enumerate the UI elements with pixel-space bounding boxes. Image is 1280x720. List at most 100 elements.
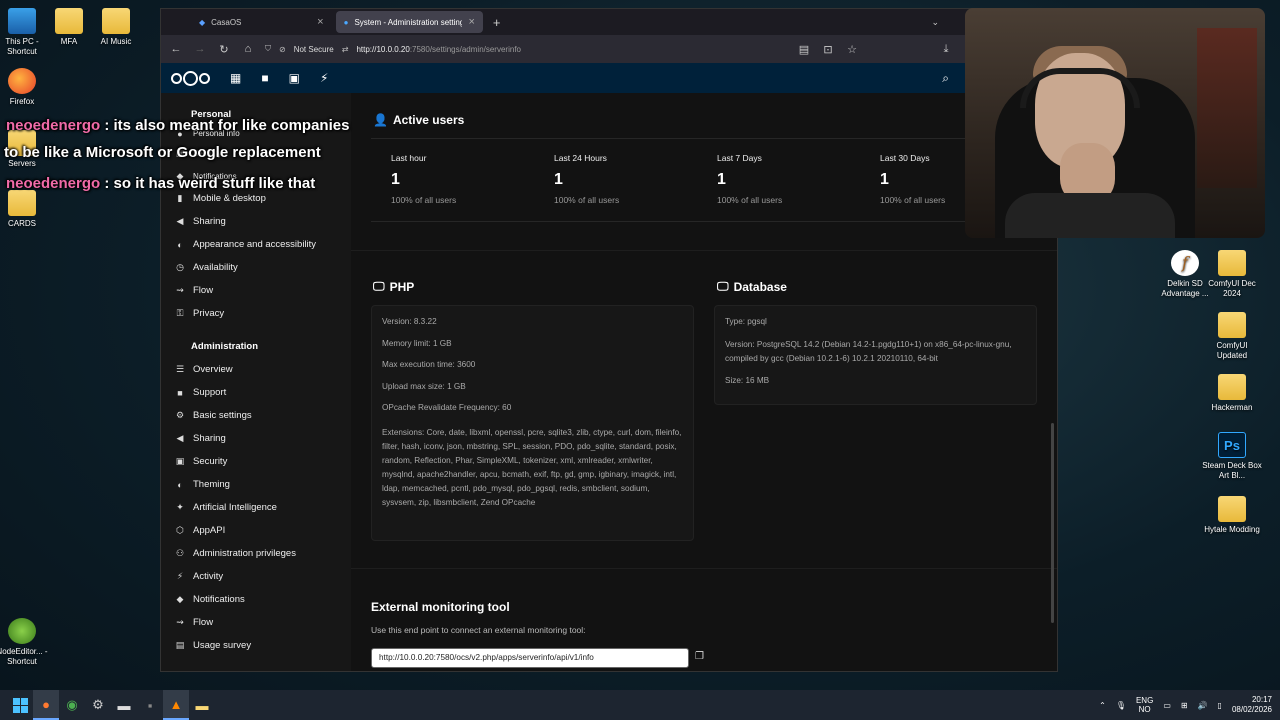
- sidebar-item-sharing-admin[interactable]: ◀ Sharing: [161, 427, 351, 450]
- dashboard-icon[interactable]: ▦: [230, 71, 241, 85]
- sidebar-item-ai[interactable]: ✦ Artificial Intelligence: [161, 496, 351, 519]
- security-indicator[interactable]: Not Secure: [294, 45, 334, 54]
- photoshop-icon: Ps: [1218, 432, 1246, 458]
- taskbar-app[interactable]: ▪: [137, 690, 163, 720]
- gear-icon: ⚙: [175, 410, 185, 420]
- battery-icon[interactable]: ▯: [1218, 701, 1222, 710]
- clock[interactable]: 20:17 08/02/2026: [1232, 695, 1272, 715]
- endpoint-url-field[interactable]: http://10.0.0.20:7580/ocs/v2.php/apps/se…: [371, 648, 689, 668]
- home-icon[interactable]: ⌂: [241, 43, 255, 55]
- tab-system-admin[interactable]: ● System - Administration setting ×: [335, 11, 483, 33]
- folder-icon: [1218, 250, 1246, 276]
- system-tray: ⌃ 🎙 ENG NO ▭ ⊞ 🔊 ▯ 20:17 08/02/2026: [1099, 690, 1272, 720]
- db-type: Type: pgsql: [725, 317, 767, 326]
- stat-last-hour: Last hour 1 100% of all users: [391, 153, 457, 205]
- desktop-icon-steam-deck[interactable]: Ps Steam Deck Box Art Bl...: [1202, 432, 1262, 481]
- sidebar-item-sharing-personal[interactable]: ◀ Sharing: [161, 210, 351, 233]
- desktop-icon-comfyui-dec[interactable]: ComfyUI Dec 2024: [1202, 250, 1262, 299]
- monitoring-title: External monitoring tool: [371, 600, 510, 614]
- palette-icon: ◐: [177, 479, 183, 490]
- language-indicator[interactable]: ENG NO: [1136, 696, 1153, 714]
- monitor-icon: 🖵: [373, 279, 385, 293]
- search-icon[interactable]: ⌕: [942, 71, 949, 86]
- webcam-feed: [965, 8, 1265, 238]
- scrollbar[interactable]: [1051, 423, 1054, 623]
- downloads-icon[interactable]: ⤓: [939, 43, 953, 56]
- sidebar-item-flow-personal[interactable]: ⇝ Flow: [161, 279, 351, 302]
- sidebar-item-usage-survey[interactable]: ▤ Usage survey: [161, 634, 351, 657]
- activity-bolt-icon[interactable]: ⚡: [320, 71, 328, 85]
- sidebar-item-overview[interactable]: ☰ Overview: [161, 358, 351, 381]
- close-tab-icon[interactable]: ×: [317, 16, 323, 28]
- group-icon: ⚇: [175, 548, 185, 558]
- folder-icon: [102, 8, 130, 34]
- desktop-icon-nodeeditor[interactable]: NodeEditor... - Shortcut: [0, 618, 52, 667]
- divider: [351, 568, 1057, 569]
- php-info-card: Version: 8.3.22 Memory limit: 1 GB Max e…: [371, 305, 694, 541]
- reader-view-icon[interactable]: ▤: [797, 43, 811, 56]
- reload-icon[interactable]: ↻: [217, 43, 231, 56]
- network-icon[interactable]: ⊞: [1181, 701, 1188, 710]
- key-icon: ⚿: [176, 308, 184, 318]
- sidebar-item-security-admin[interactable]: ▣ Security: [161, 450, 351, 473]
- permissions-icon[interactable]: ⇄: [342, 45, 349, 54]
- monitor-icon: 🖵: [717, 279, 729, 293]
- close-tab-icon[interactable]: ×: [468, 16, 474, 28]
- desktop-icon-comfyui-updated[interactable]: ComfyUI Updated: [1202, 312, 1262, 361]
- chevron-up-icon[interactable]: ⌃: [1099, 701, 1106, 710]
- casaos-favicon-icon: ◆: [199, 17, 206, 27]
- divider: [371, 221, 1051, 222]
- sidebar-item-availability[interactable]: ◷ Availability: [161, 256, 351, 279]
- sidebar-item-flow-admin[interactable]: ⇝ Flow: [161, 611, 351, 634]
- nextcloud-logo[interactable]: [171, 70, 210, 86]
- display-icon[interactable]: ▭: [1163, 701, 1171, 710]
- forward-arrow-icon[interactable]: →: [193, 43, 207, 55]
- database-info-card: Type: pgsql Version: PostgreSQL 14.2 (De…: [714, 305, 1037, 405]
- sidebar-item-appapi[interactable]: ⬡ AppAPI: [161, 519, 351, 542]
- taskbar-file-explorer[interactable]: ▬: [189, 690, 215, 720]
- sidebar-item-privacy[interactable]: ⚿ Privacy: [161, 302, 351, 325]
- copy-icon[interactable]: ❐: [695, 651, 704, 662]
- desktop-icon-ai-music[interactable]: AI Music: [86, 8, 146, 47]
- taskbar-settings[interactable]: ⚙: [85, 690, 111, 720]
- desktop-icon-cards[interactable]: CARDS: [0, 190, 52, 229]
- activity-icon: ⚡: [176, 571, 184, 581]
- tab-casaos[interactable]: ◆ CasaOS ×: [191, 11, 332, 33]
- php-memory-limit: Memory limit: 1 GB: [382, 338, 452, 348]
- stat-last-7-days: Last 7 Days 1 100% of all users: [717, 153, 783, 205]
- new-tab-icon[interactable]: +: [493, 15, 501, 30]
- taskbar-chrome[interactable]: ◉: [59, 690, 85, 720]
- volume-icon[interactable]: 🔊: [1198, 701, 1208, 710]
- start-button[interactable]: [7, 690, 33, 720]
- survey-icon: ▤: [175, 640, 185, 650]
- php-extensions: Extensions: Core, date, libxml, openssl,…: [382, 428, 682, 507]
- back-arrow-icon[interactable]: ←: [169, 43, 183, 55]
- tab-list-chevron-icon[interactable]: ⌄: [931, 17, 939, 28]
- url-bar[interactable]: ⛉ ⊘ Not Secure ⇄ http://10.0.0.20:7580/s…: [265, 39, 787, 59]
- taskbar-firefox[interactable]: ●: [33, 690, 59, 720]
- folder-icon: ▬: [195, 697, 209, 713]
- share-icon: ◀: [176, 216, 184, 226]
- sidebar-item-activity[interactable]: ⚡ Activity: [161, 565, 351, 588]
- desktop-icon-hackerman[interactable]: Hackerman: [1202, 374, 1262, 413]
- sidebar-item-admin-privileges[interactable]: ⚇ Administration privileges: [161, 542, 351, 565]
- screenshot-icon[interactable]: ⊡: [821, 43, 835, 56]
- sidebar-item-theming[interactable]: ◐ Theming: [161, 473, 351, 496]
- sidebar-item-appearance[interactable]: ◐ Appearance and accessibility: [161, 233, 351, 256]
- bookmark-star-icon[interactable]: ☆: [845, 43, 859, 56]
- share-icon: ◀: [176, 433, 184, 443]
- nextcloud-header: ▦ ■ ▣ ⚡ ⌕: [161, 63, 1057, 93]
- stat-last-24-hours: Last 24 Hours 1 100% of all users: [554, 153, 620, 205]
- photos-icon[interactable]: ▣: [289, 71, 300, 85]
- sidebar-item-basic-settings[interactable]: ⚙ Basic settings: [161, 404, 351, 427]
- desktop-icon-hytale[interactable]: Hytale Modding: [1202, 496, 1262, 535]
- desktop-icon-firefox[interactable]: Firefox: [0, 68, 52, 107]
- divider: [371, 138, 1051, 139]
- sidebar-item-notifications-admin[interactable]: ◆ Notifications: [161, 588, 351, 611]
- taskbar-terminal[interactable]: ▬: [111, 690, 137, 720]
- microphone-icon[interactable]: 🎙: [1116, 701, 1126, 710]
- taskbar-vlc[interactable]: ▲: [163, 690, 189, 720]
- url-text[interactable]: http://10.0.0.20:7580/settings/admin/ser…: [356, 45, 521, 54]
- sidebar-item-support[interactable]: ■ Support: [161, 381, 351, 404]
- files-folder-icon[interactable]: ■: [261, 71, 268, 85]
